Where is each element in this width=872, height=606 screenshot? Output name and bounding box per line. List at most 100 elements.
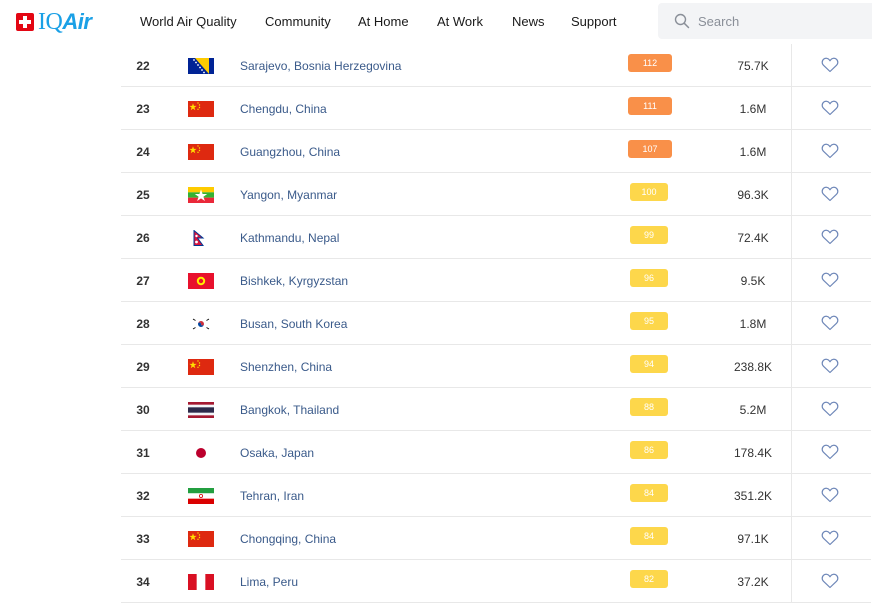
city-link[interactable]: Guangzhou, China xyxy=(240,145,340,159)
city-link[interactable]: Bishkek, Kyrgyzstan xyxy=(240,274,348,288)
table-row[interactable]: 24 Guangzhou, China 107 1.6M xyxy=(121,130,871,173)
city-link[interactable]: Chongqing, China xyxy=(240,532,336,546)
followers-count: 1.6M xyxy=(739,145,767,159)
column-divider xyxy=(791,560,792,602)
column-divider xyxy=(791,216,792,258)
rank-number: 25 xyxy=(136,188,150,202)
myanmar-flag-icon xyxy=(188,187,214,203)
heart-icon[interactable] xyxy=(821,100,839,116)
table-row[interactable]: 30 Bangkok, Thailand 88 5.2M xyxy=(121,388,871,431)
column-divider xyxy=(791,173,792,215)
aqi-badge: 86 xyxy=(630,441,668,459)
rank-number: 34 xyxy=(136,575,150,589)
city-link[interactable]: Bangkok, Thailand xyxy=(240,403,339,417)
china-flag-icon xyxy=(188,144,214,160)
rank-number: 30 xyxy=(136,403,150,417)
heart-icon[interactable] xyxy=(821,272,839,288)
heart-icon[interactable] xyxy=(821,358,839,374)
column-divider xyxy=(791,87,792,129)
iran-flag-icon xyxy=(188,488,214,504)
followers-count: 72.4K xyxy=(737,231,769,245)
south-korea-flag-icon xyxy=(188,316,214,332)
column-divider xyxy=(791,44,792,86)
heart-icon[interactable] xyxy=(821,229,839,245)
rank-number: 31 xyxy=(136,446,150,460)
city-link[interactable]: Shenzhen, China xyxy=(240,360,332,374)
city-link[interactable]: Lima, Peru xyxy=(240,575,298,589)
top-navigation-bar: IQAir World Air Quality Community At Hom… xyxy=(0,0,872,44)
rank-number: 28 xyxy=(136,317,150,331)
heart-icon[interactable] xyxy=(821,57,839,73)
nav-world-air-quality[interactable]: World Air Quality xyxy=(140,14,237,29)
heart-icon[interactable] xyxy=(821,186,839,202)
search-input[interactable] xyxy=(698,3,858,39)
followers-count: 96.3K xyxy=(737,188,769,202)
swiss-flag-icon xyxy=(16,13,34,31)
heart-icon[interactable] xyxy=(821,487,839,503)
nav-at-work[interactable]: At Work xyxy=(437,14,483,29)
table-row[interactable]: 31 Osaka, Japan 86 178.4K xyxy=(121,431,871,474)
bosnia-flag-icon xyxy=(188,58,214,74)
aqi-badge: 99 xyxy=(630,226,668,244)
heart-icon[interactable] xyxy=(821,143,839,159)
search-box[interactable] xyxy=(658,3,872,39)
city-link[interactable]: Chengdu, China xyxy=(240,102,327,116)
table-row[interactable]: 26 Kathmandu, Nepal 99 72.4K xyxy=(121,216,871,259)
followers-count: 1.6M xyxy=(739,102,767,116)
city-link[interactable]: Sarajevo, Bosnia Herzegovina xyxy=(240,59,401,73)
column-divider xyxy=(791,345,792,387)
nav-at-home[interactable]: At Home xyxy=(358,14,409,29)
rank-number: 32 xyxy=(136,489,150,503)
heart-icon[interactable] xyxy=(821,315,839,331)
table-row[interactable]: 23 Chengdu, China 111 1.6M xyxy=(121,87,871,130)
heart-icon[interactable] xyxy=(821,444,839,460)
nav-community[interactable]: Community xyxy=(265,14,331,29)
followers-count: 75.7K xyxy=(737,59,769,73)
followers-count: 1.8M xyxy=(739,317,767,331)
followers-count: 351.2K xyxy=(733,489,773,503)
thailand-flag-icon xyxy=(188,402,214,418)
city-link[interactable]: Busan, South Korea xyxy=(240,317,347,331)
followers-count: 97.1K xyxy=(737,532,769,546)
aqi-badge: 111 xyxy=(628,97,672,115)
followers-count: 37.2K xyxy=(737,575,769,589)
nav-news[interactable]: News xyxy=(512,14,545,29)
heart-icon[interactable] xyxy=(821,573,839,589)
table-row[interactable]: 32 Tehran, Iran 84 351.2K xyxy=(121,474,871,517)
japan-flag-icon xyxy=(188,445,214,461)
city-link[interactable]: Yangon, Myanmar xyxy=(240,188,337,202)
aqi-badge: 84 xyxy=(630,484,668,502)
aqi-badge: 100 xyxy=(630,183,668,201)
china-flag-icon xyxy=(188,531,214,547)
followers-count: 5.2M xyxy=(739,403,767,417)
table-row[interactable]: 27 Bishkek, Kyrgyzstan 96 9.5K xyxy=(121,259,871,302)
city-ranking-table: 22 Sarajevo, Bosnia Herzegovina 112 75.7K 23… xyxy=(121,44,871,603)
rank-number: 22 xyxy=(136,59,150,73)
table-row[interactable]: 28 Busan, South Korea 95 1.8M xyxy=(121,302,871,345)
china-flag-icon xyxy=(188,359,214,375)
table-row[interactable]: 34 Lima, Peru 82 37.2K xyxy=(121,560,871,603)
rank-number: 29 xyxy=(136,360,150,374)
aqi-badge: 84 xyxy=(630,527,668,545)
heart-icon[interactable] xyxy=(821,401,839,417)
rank-number: 24 xyxy=(136,145,150,159)
aqi-badge: 82 xyxy=(630,570,668,588)
column-divider xyxy=(791,474,792,516)
table-row[interactable]: 33 Chongqing, China 84 97.1K xyxy=(121,517,871,560)
city-link[interactable]: Osaka, Japan xyxy=(240,446,314,460)
logo-iq-text: IQ xyxy=(38,9,63,35)
table-row[interactable]: 22 Sarajevo, Bosnia Herzegovina 112 75.7K xyxy=(121,44,871,87)
followers-count: 238.8K xyxy=(733,360,773,374)
rank-number: 26 xyxy=(136,231,150,245)
followers-count: 9.5K xyxy=(740,274,766,288)
table-row[interactable]: 25 Yangon, Myanmar 100 96.3K xyxy=(121,173,871,216)
china-flag-icon xyxy=(188,101,214,117)
iqair-logo[interactable]: IQAir xyxy=(16,9,92,35)
table-row[interactable]: 29 Shenzhen, China 94 238.8K xyxy=(121,345,871,388)
city-link[interactable]: Tehran, Iran xyxy=(240,489,304,503)
nepal-flag-icon xyxy=(193,230,205,246)
nav-support[interactable]: Support xyxy=(571,14,617,29)
heart-icon[interactable] xyxy=(821,530,839,546)
city-link[interactable]: Kathmandu, Nepal xyxy=(240,231,339,245)
search-icon[interactable] xyxy=(674,13,690,29)
